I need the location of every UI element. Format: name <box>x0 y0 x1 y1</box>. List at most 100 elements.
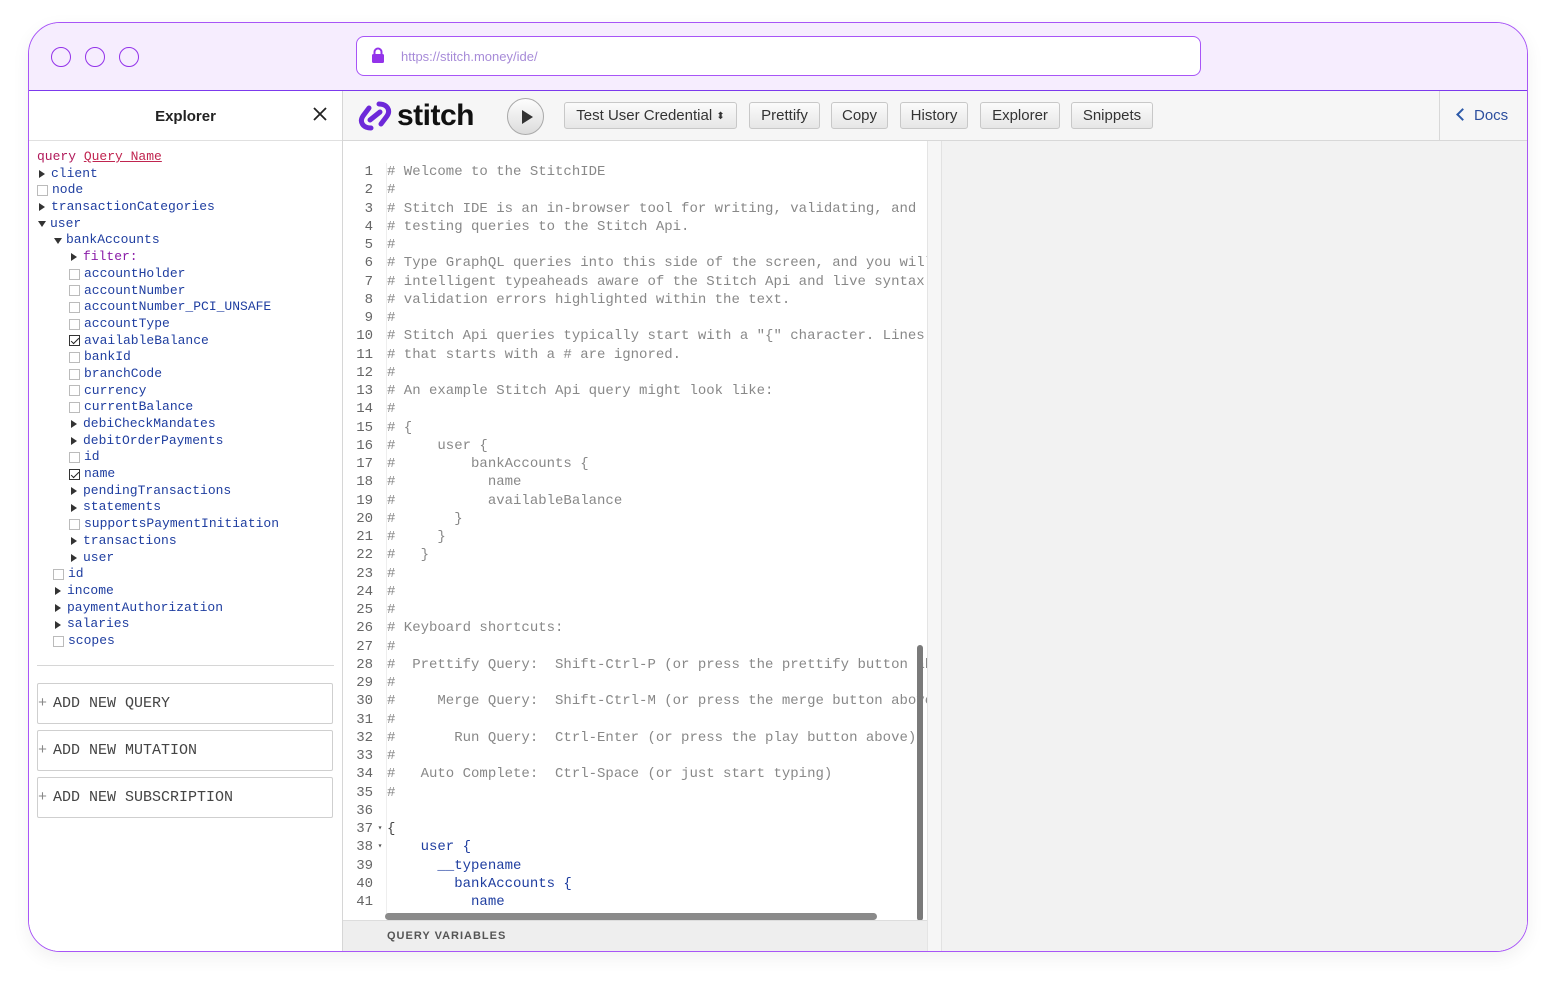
prettify-button[interactable]: Prettify <box>749 102 820 129</box>
checkbox[interactable] <box>69 285 80 297</box>
caret-right-icon[interactable] <box>71 503 77 512</box>
run-query-button[interactable] <box>507 98 544 135</box>
tree-item-label: statements <box>83 499 162 515</box>
code-text: # <box>387 237 396 253</box>
tree-item[interactable]: transactionCategories <box>29 199 342 216</box>
checkbox[interactable] <box>69 318 80 330</box>
tree-item-label: availableBalance <box>84 332 209 348</box>
query-name-input[interactable]: Query Name <box>84 149 162 166</box>
tree-item[interactable]: accountType <box>29 316 342 333</box>
window-minimize-button[interactable] <box>85 47 105 67</box>
checkbox[interactable] <box>53 569 64 581</box>
tree-item[interactable]: bankId <box>29 349 342 366</box>
query-editor[interactable]: 1 # Welcome to the StitchIDE 2 #3 # Stitch I… <box>343 141 928 951</box>
tree-item[interactable]: statements <box>29 499 342 516</box>
docs-button[interactable]: Docs <box>1439 91 1527 141</box>
code-line: 3 # Stitch IDE is an in-browser tool for … <box>343 200 927 218</box>
tree-item[interactable]: accountNumber <box>29 283 342 300</box>
caret-right-icon[interactable] <box>71 553 77 562</box>
code-line: 26 # Keyboard shortcuts: <box>343 619 927 637</box>
close-icon[interactable] <box>312 106 328 127</box>
checkbox[interactable] <box>69 302 80 314</box>
tree-item[interactable]: client <box>29 166 342 183</box>
tree-item[interactable]: supportsPaymentInitiation <box>29 516 342 533</box>
checkbox[interactable] <box>53 635 64 647</box>
caret-down-icon[interactable] <box>38 221 46 228</box>
checkbox-checked[interactable] <box>69 335 80 347</box>
tree-item[interactable]: transactions <box>29 533 342 550</box>
checkbox[interactable] <box>37 185 48 197</box>
tree-item[interactable]: branchCode <box>29 366 342 383</box>
tree-item[interactable]: currency <box>29 383 342 400</box>
caret-right-icon[interactable] <box>55 587 61 596</box>
tree-item[interactable]: id <box>29 566 342 583</box>
code-line: 37 ▾{ <box>343 820 927 838</box>
horizontal-scrollbar[interactable] <box>385 913 877 920</box>
caret-right-icon[interactable] <box>71 537 77 546</box>
tree-item[interactable]: paymentAuthorization <box>29 600 342 617</box>
caret-right-icon[interactable] <box>71 420 77 429</box>
line-number: 6 <box>364 255 373 272</box>
code-text: # <box>387 602 396 618</box>
tree-item[interactable]: debiCheckMandates <box>29 416 342 433</box>
editor-result-divider[interactable] <box>928 141 942 951</box>
code-area[interactable]: 1 # Welcome to the StitchIDE 2 #3 # Stitch I… <box>343 163 927 914</box>
snippets-button[interactable]: Snippets <box>1071 102 1153 129</box>
tree-item[interactable]: node <box>29 182 342 199</box>
checkbox[interactable] <box>69 452 80 464</box>
tree-item-label: name <box>84 466 116 482</box>
checkbox[interactable] <box>69 368 80 380</box>
tree-item[interactable]: accountNumber_PCI_UNSAFE <box>29 299 342 316</box>
tree-item[interactable]: scopes <box>29 633 342 650</box>
explorer-button[interactable]: Explorer <box>980 102 1060 129</box>
window-close-button[interactable] <box>51 47 71 67</box>
credential-select[interactable]: Test User Credential ⬍ <box>564 102 737 129</box>
tree-item-label: salaries <box>67 616 130 632</box>
tree-item[interactable]: accountHolder <box>29 266 342 283</box>
tree-item[interactable]: salaries <box>29 616 342 633</box>
tree-item[interactable]: filter: <box>29 249 342 266</box>
caret-right-icon[interactable] <box>55 620 61 629</box>
history-button[interactable]: History <box>900 102 968 129</box>
tree-item[interactable]: bankAccounts <box>29 232 342 249</box>
checkbox[interactable] <box>69 352 80 364</box>
caret-down-icon[interactable] <box>54 237 62 244</box>
caret-right-icon[interactable] <box>39 203 45 212</box>
tree-item[interactable]: income <box>29 583 342 600</box>
add-new-mutation-button[interactable]: + ADD NEW MUTATION <box>37 730 333 771</box>
address-bar[interactable]: https://stitch.money/ide/ <box>356 36 1201 76</box>
window-maximize-button[interactable] <box>119 47 139 67</box>
checkbox[interactable] <box>69 385 80 397</box>
tree-item[interactable]: id <box>29 449 342 466</box>
fold-arrow-icon[interactable]: ▾ <box>373 838 387 856</box>
tree-item[interactable]: debitOrderPayments <box>29 433 342 450</box>
tree-item[interactable]: pendingTransactions <box>29 483 342 500</box>
caret-right-icon[interactable] <box>71 487 77 496</box>
tree-item[interactable]: user <box>29 216 342 233</box>
caret-right-icon[interactable] <box>71 437 77 446</box>
tree-item[interactable]: currentBalance <box>29 399 342 416</box>
vertical-scrollbar[interactable] <box>917 645 923 921</box>
fold-space <box>373 218 387 236</box>
line-number: 28 <box>356 656 373 673</box>
caret-right-icon[interactable] <box>71 253 77 262</box>
query-variables-bar[interactable]: QUERY VARIABLES <box>343 920 927 951</box>
line-number: 19 <box>356 492 373 509</box>
plus-icon: + <box>38 789 48 806</box>
tree-item[interactable]: user <box>29 550 342 567</box>
add-new-subscription-button[interactable]: + ADD NEW SUBSCRIPTION <box>37 777 333 818</box>
checkbox[interactable] <box>69 518 80 530</box>
caret-right-icon[interactable] <box>39 170 45 179</box>
copy-button[interactable]: Copy <box>831 102 888 129</box>
fold-arrow-icon[interactable]: ▾ <box>373 820 387 838</box>
checkbox[interactable] <box>69 268 80 280</box>
tree-item[interactable]: name <box>29 466 342 483</box>
caret-right-icon[interactable] <box>55 603 61 612</box>
add-new-query-button[interactable]: + ADD NEW QUERY <box>37 683 333 724</box>
tree-item[interactable]: availableBalance <box>29 333 342 350</box>
code-line: 16 # user { <box>343 437 927 455</box>
checkbox[interactable] <box>69 402 80 414</box>
fold-space <box>373 546 387 564</box>
code-line: 31 # <box>343 711 927 729</box>
checkbox-checked[interactable] <box>69 468 80 480</box>
